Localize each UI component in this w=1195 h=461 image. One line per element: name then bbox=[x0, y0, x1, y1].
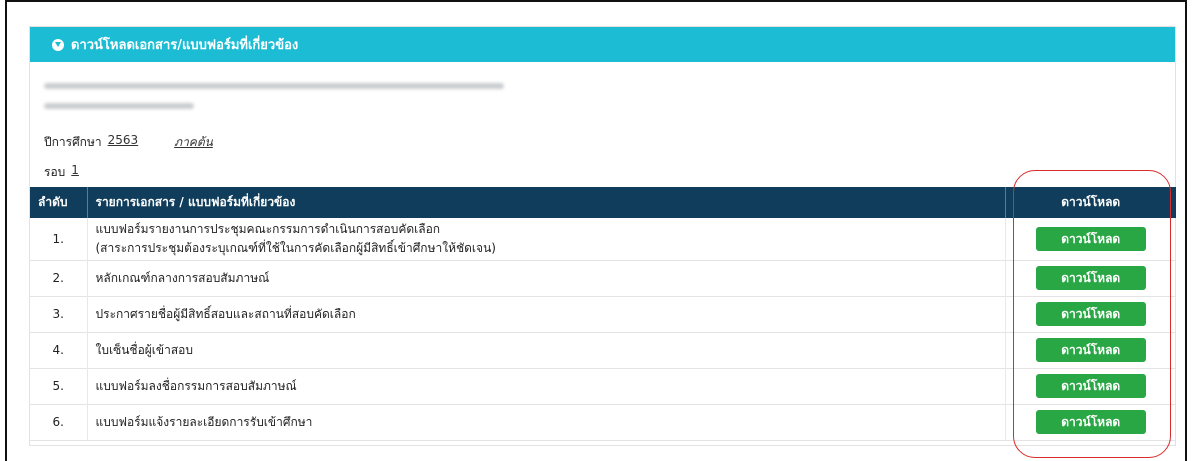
row-title: ใบเซ็นชื่อผู้เข้าสอบ bbox=[87, 332, 1006, 368]
col-header-download: ดาวน์โหลด bbox=[1061, 195, 1121, 209]
download-button[interactable]: ดาวน์โหลด bbox=[1035, 302, 1146, 326]
year-label: ปีการศึกษา bbox=[44, 135, 102, 149]
row-title: แบบฟอร์มลงชื่อกรรมการสอบสัมภาษณ์ bbox=[87, 368, 1006, 404]
download-panel: ดาวน์โหลดเอกสาร/แบบฟอร์มที่เกี่ยวข้อง ปี… bbox=[29, 26, 1176, 446]
table-row: 5. แบบฟอร์มลงชื่อกรรมการสอบสัมภาษณ์ ดาวน… bbox=[30, 368, 1176, 404]
row-title-cell: แบบฟอร์มรายงานการประชุมคณะกรรมการดำเนินก… bbox=[87, 218, 1006, 260]
row-number: 4. bbox=[30, 332, 88, 368]
row-number: 3. bbox=[30, 296, 88, 332]
download-button[interactable]: ดาวน์โหลด bbox=[1035, 226, 1146, 251]
row-subtitle: (สาระการประชุมต้องระบุเกณฑ์ที่ใช้ในการคั… bbox=[95, 240, 496, 255]
table-row: 6. แบบฟอร์มแจ้งรายละเอียดการรับเข้าศึกษา… bbox=[30, 404, 1176, 440]
row-title: แบบฟอร์มแจ้งรายละเอียดการรับเข้าศึกษา bbox=[87, 404, 1006, 440]
year-value-link[interactable]: 2563 bbox=[108, 133, 139, 152]
redacted-program-line bbox=[44, 83, 504, 89]
row-action-cell: ดาวน์โหลด bbox=[1005, 218, 1176, 260]
row-action-cell: ดาวน์โหลด bbox=[1005, 332, 1176, 368]
table-row: 4. ใบเซ็นชื่อผู้เข้าสอบ ดาวน์โหลด bbox=[30, 332, 1176, 368]
row-action-cell: ดาวน์โหลด bbox=[1005, 260, 1176, 296]
redacted-program-line-2 bbox=[44, 103, 194, 109]
table-header-row: ลำดับ รายการเอกสาร / แบบฟอร์มที่เกี่ยวข้… bbox=[30, 187, 1176, 218]
col-header-title: รายการเอกสาร / แบบฟอร์มที่เกี่ยวข้อง bbox=[87, 187, 1006, 218]
row-title: แบบฟอร์มรายงานการประชุมคณะกรรมการดำเนินก… bbox=[95, 221, 441, 236]
panel-title: ดาวน์โหลดเอกสาร/แบบฟอร์มที่เกี่ยวข้อง bbox=[71, 38, 299, 53]
col-header-no: ลำดับ bbox=[30, 187, 88, 218]
table-row: 2. หลักเกณฑ์กลางการสอบสัมภาษณ์ ดาวน์โหลด bbox=[30, 260, 1176, 296]
academic-year-row: ปีการศึกษา 2563 ภาคต้น bbox=[44, 133, 213, 152]
row-number: 6. bbox=[30, 404, 88, 440]
download-button[interactable]: ดาวน์โหลด bbox=[1035, 374, 1146, 398]
row-action-cell: ดาวน์โหลด bbox=[1005, 368, 1176, 404]
panel-header: ดาวน์โหลดเอกสาร/แบบฟอร์มที่เกี่ยวข้อง bbox=[30, 27, 1175, 62]
row-action-cell: ดาวน์โหลด bbox=[1005, 296, 1176, 332]
circle-arrow-down-icon bbox=[52, 38, 64, 51]
download-button[interactable]: ดาวน์โหลด bbox=[1035, 266, 1146, 290]
semester-link[interactable]: ภาคต้น bbox=[174, 133, 213, 152]
round-row: รอบ 1 bbox=[44, 163, 79, 182]
round-value-link[interactable]: 1 bbox=[71, 163, 79, 182]
table-row: 1. แบบฟอร์มรายงานการประชุมคณะกรรมการดำเน… bbox=[30, 218, 1176, 260]
row-number: 2. bbox=[30, 260, 88, 296]
documents-table: ลำดับ รายการเอกสาร / แบบฟอร์มที่เกี่ยวข้… bbox=[30, 187, 1176, 441]
round-label: รอบ bbox=[44, 165, 66, 179]
row-number: 1. bbox=[30, 218, 88, 260]
row-action-cell: ดาวน์โหลด bbox=[1005, 404, 1176, 440]
download-button[interactable]: ดาวน์โหลด bbox=[1035, 410, 1146, 434]
row-number: 5. bbox=[30, 368, 88, 404]
row-title: ประกาศรายชื่อผู้มีสิทธิ์สอบและสถานที่สอบ… bbox=[87, 296, 1006, 332]
row-title: หลักเกณฑ์กลางการสอบสัมภาษณ์ bbox=[87, 260, 1006, 296]
download-button[interactable]: ดาวน์โหลด bbox=[1035, 338, 1146, 362]
table-row: 3. ประกาศรายชื่อผู้มีสิทธิ์สอบและสถานที่… bbox=[30, 296, 1176, 332]
